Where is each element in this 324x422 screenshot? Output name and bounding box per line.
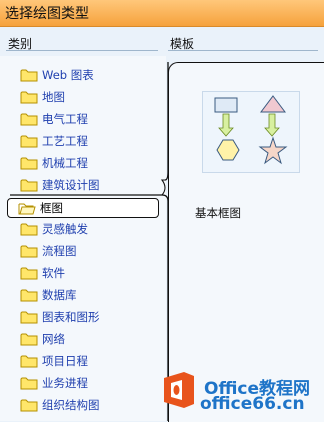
category-label: 框图 xyxy=(40,201,63,215)
watermark-line2: office66.cn xyxy=(200,394,305,414)
category-item-electrical[interactable]: 电气工程 xyxy=(10,109,160,129)
category-item-software[interactable]: 软件 xyxy=(10,263,160,283)
category-label: 机械工程 xyxy=(42,156,88,170)
office-logo-icon xyxy=(164,372,194,408)
folder-icon xyxy=(20,223,38,236)
category-label: 工艺工程 xyxy=(42,134,88,148)
category-item-charts-graphs[interactable]: 图表和图形 xyxy=(10,307,160,327)
category-item-network[interactable]: 网络 xyxy=(10,329,160,349)
title-bar: 选择绘图类型 xyxy=(0,0,324,27)
folder-icon xyxy=(20,377,38,390)
category-item-project-schedule[interactable]: 项目日程 xyxy=(10,351,160,371)
folder-icon xyxy=(20,333,38,346)
folder-icon xyxy=(20,179,38,192)
folder-icon xyxy=(20,157,38,170)
folder-icon xyxy=(20,91,38,104)
category-label: 电气工程 xyxy=(42,112,88,126)
folder-icon xyxy=(20,267,38,280)
category-item-org-chart[interactable]: 组织结构图 xyxy=(10,395,160,415)
folder-icon xyxy=(20,355,38,368)
categories-divider xyxy=(6,50,158,51)
template-label: 基本框图 xyxy=(195,206,241,220)
folder-icon xyxy=(20,135,38,148)
template-panel: 基本框图 xyxy=(168,62,324,422)
window-title: 选择绘图类型 xyxy=(5,6,89,22)
folder-icon xyxy=(20,69,38,82)
open-folder-icon xyxy=(18,203,36,215)
category-item-business-process[interactable]: 业务进程 xyxy=(10,373,160,393)
folder-icon xyxy=(20,399,38,412)
template-thumbnail-basic-block[interactable] xyxy=(202,91,300,173)
category-label: 建筑设计图 xyxy=(42,178,100,192)
category-label: 软件 xyxy=(42,266,65,280)
category-label: 项目日程 xyxy=(42,354,88,368)
category-item-block-diagram[interactable]: 框图 xyxy=(7,198,159,218)
category-item-process[interactable]: 工艺工程 xyxy=(10,131,160,151)
category-item-brainstorm[interactable]: 灵感触发 xyxy=(10,219,160,239)
category-label: 组织结构图 xyxy=(42,398,100,412)
category-label: 地图 xyxy=(42,90,65,104)
category-label: 业务进程 xyxy=(42,376,88,390)
folder-icon xyxy=(20,289,38,302)
category-item-mechanical[interactable]: 机械工程 xyxy=(10,153,160,173)
category-label: 灵感触发 xyxy=(42,222,88,236)
category-item-architecture[interactable]: 建筑设计图 xyxy=(10,175,160,195)
category-item-map[interactable]: 地图 xyxy=(10,87,160,107)
block-diagram-preview-icon xyxy=(214,95,288,165)
category-label: Web 图表 xyxy=(42,68,94,82)
folder-icon xyxy=(20,245,38,258)
category-label: 图表和图形 xyxy=(42,310,100,324)
category-item-database[interactable]: 数据库 xyxy=(10,285,160,305)
folder-icon xyxy=(20,113,38,126)
templates-divider xyxy=(168,50,318,51)
category-label: 网络 xyxy=(42,332,65,346)
category-item-flowchart[interactable]: 流程图 xyxy=(10,241,160,261)
category-label: 流程图 xyxy=(42,244,77,258)
category-item-web[interactable]: Web 图表 xyxy=(10,65,160,85)
category-label: 数据库 xyxy=(42,288,77,302)
folder-icon xyxy=(20,311,38,324)
